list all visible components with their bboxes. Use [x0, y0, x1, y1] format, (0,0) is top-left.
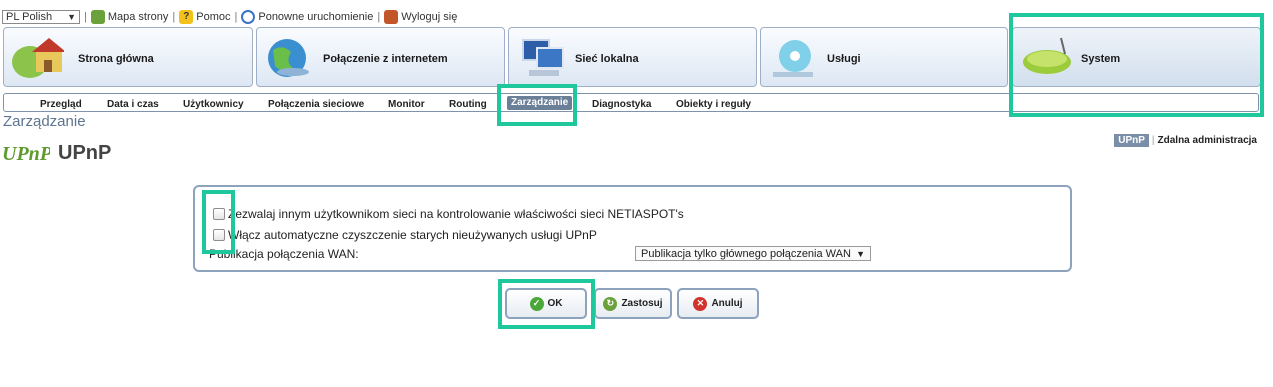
tab-label: Sieć lokalna [575, 53, 639, 65]
wan-publish-label: Publikacja połączenia WAN: [209, 247, 359, 261]
auto-cleanup-row: Włącz automatyczne czyszczenie starych n… [213, 228, 597, 242]
sitemap-icon [90, 10, 105, 24]
wan-publish-select[interactable]: Publikacja tylko głównego połączenia WAN… [635, 246, 871, 261]
language-value: PL Polish [6, 11, 53, 23]
apply-button[interactable]: ↻ Zastosuj [594, 288, 672, 319]
subtab-monitor[interactable]: Monitor [388, 99, 425, 110]
help-icon: ? [179, 10, 194, 24]
subtab-routing[interactable]: Routing [449, 99, 487, 110]
tab-internet[interactable]: Połączenie z internetem [256, 27, 505, 87]
upnp-link[interactable]: UPnP [1114, 134, 1149, 147]
power-icon [241, 10, 256, 24]
subtab-objects-rules[interactable]: Obiekty i reguły [676, 99, 751, 110]
tab-label: Usługi [827, 53, 861, 65]
language-select[interactable]: PL Polish ▼ [2, 10, 80, 24]
allow-control-label: Zezwalaj innym użytkownikom sieci na kon… [228, 207, 684, 221]
restart-link[interactable]: Ponowne uruchomienie [241, 10, 373, 24]
subtab-network-connections[interactable]: Połączenia sieciowe [268, 99, 364, 110]
check-icon: ✓ [529, 296, 544, 311]
allow-control-row: Zezwalaj innym użytkownikom sieci na kon… [213, 207, 684, 221]
upnp-settings-panel: Zezwalaj innym użytkownikom sieci na kon… [193, 185, 1072, 272]
ok-button[interactable]: ✓ OK [505, 288, 587, 319]
chevron-down-icon: ▼ [856, 248, 865, 259]
tab-home[interactable]: Strona główna [3, 27, 253, 87]
cancel-icon: ✕ [693, 296, 708, 311]
tab-label: Połączenie z internetem [323, 53, 448, 65]
logout-house-icon [384, 10, 399, 24]
subtab-diagnostics[interactable]: Diagnostyka [592, 99, 651, 110]
tab-services[interactable]: Usługi [760, 27, 1008, 87]
section-links: UPnP | Zdalna administracja [1114, 134, 1257, 147]
globe-icon [268, 39, 309, 77]
tab-label: System [1081, 53, 1121, 65]
auto-cleanup-label: Włącz automatyczne czyszczenie starych n… [228, 228, 597, 242]
top-toolbar: PL Polish ▼ | Mapa strony | ? Pomoc | Po… [2, 8, 457, 26]
section-title: UPnP [58, 142, 112, 164]
tab-system[interactable]: System [1012, 27, 1261, 87]
cancel-button[interactable]: ✕ Anuluj [677, 288, 759, 319]
house-icon [12, 38, 64, 78]
router-icon [1023, 37, 1071, 74]
help-link[interactable]: ? Pomoc [179, 10, 231, 24]
page-title: Zarządzanie [3, 113, 86, 130]
subtab-date-time[interactable]: Data i czas [107, 99, 159, 110]
tab-local-network[interactable]: Sieć lokalna [508, 27, 757, 87]
subtab-overview[interactable]: Przegląd [40, 99, 82, 110]
svg-text:UPnP: UPnP [2, 143, 50, 165]
chevron-down-icon: ▼ [67, 12, 76, 22]
computers-icon [522, 39, 564, 76]
allow-control-checkbox[interactable] [213, 208, 225, 220]
wan-publish-value: Publikacja tylko głównego połączenia WAN [641, 247, 851, 260]
logout-link[interactable]: Wyloguj się [384, 10, 457, 24]
disc-icon [773, 40, 813, 77]
apply-icon: ↻ [603, 296, 618, 311]
remote-admin-link[interactable]: Zdalna administracja [1158, 135, 1257, 146]
tab-label: Strona główna [78, 53, 154, 65]
auto-cleanup-checkbox[interactable] [213, 229, 225, 241]
sitemap-link[interactable]: Mapa strony [90, 10, 168, 24]
subtab-users[interactable]: Użytkownicy [183, 99, 244, 110]
upnp-logo-icon: UPnP [2, 143, 50, 165]
sub-navigation: Przegląd Data i czas Użytkownicy Połącze… [3, 93, 1259, 112]
subtab-management[interactable]: Zarządzanie [507, 96, 573, 110]
